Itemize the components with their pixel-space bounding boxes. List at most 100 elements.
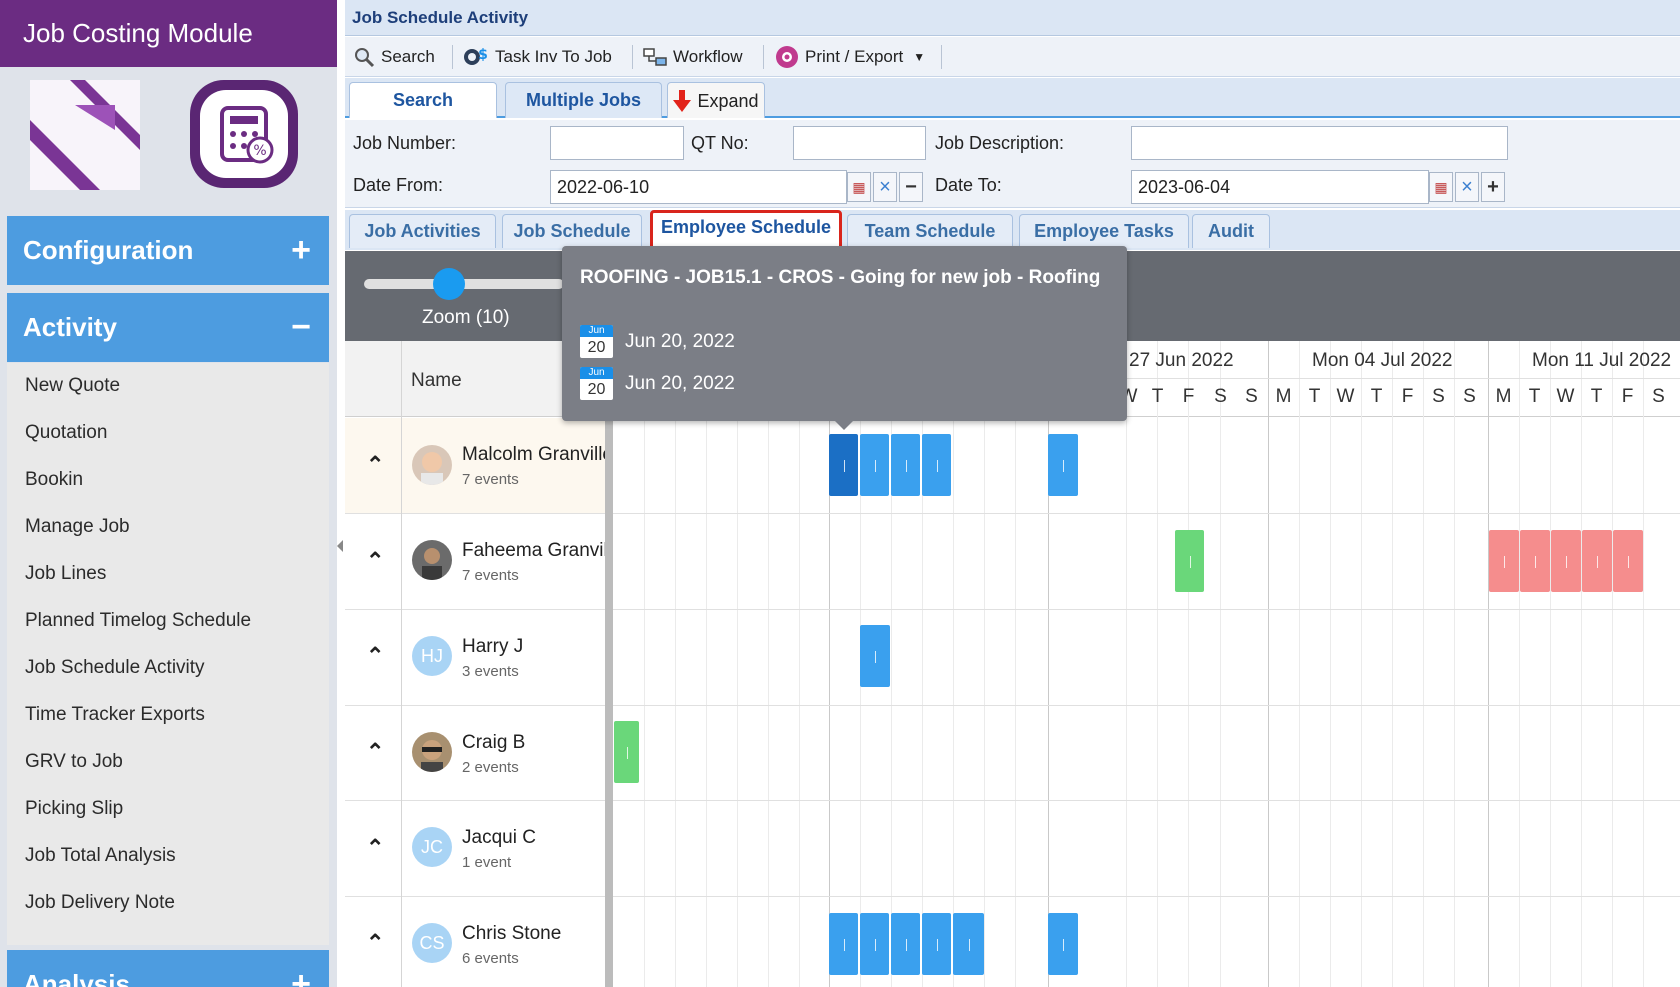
job-number-input[interactable] [550,126,684,160]
menu-item-planned-timelog-schedule[interactable]: Planned Timelog Schedule [25,610,251,632]
schedule-event[interactable] [922,913,951,975]
tab-employee-tasks[interactable]: Employee Tasks [1019,214,1189,248]
calendar-icon[interactable]: ▦ [1429,172,1453,202]
menu-item-manage-job[interactable]: Manage Job [25,516,130,538]
row-divider [345,705,1680,706]
print-export-button[interactable]: Print / Export ▼ [775,37,925,77]
schedule-event[interactable] [1048,913,1078,975]
svg-text:%: % [253,143,266,159]
menu-item-job-lines[interactable]: Job Lines [25,563,106,585]
day-gridline [706,341,707,987]
menu-item-time-tracker-exports[interactable]: Time Tracker Exports [25,704,205,726]
schedule-event[interactable] [1048,434,1078,496]
menu-item-grv-to-job[interactable]: GRV to Job [25,751,123,773]
schedule-event[interactable] [891,434,920,496]
sidebar-splitter-arrow-icon[interactable] [337,540,343,552]
menu-item-picking-slip[interactable]: Picking Slip [25,798,123,820]
menu-item-job-delivery-note[interactable]: Job Delivery Note [25,892,175,914]
sidebar-section-activity[interactable]: Activity − [7,293,329,362]
schedule-event[interactable] [1613,530,1643,592]
schedule-event[interactable] [860,434,889,496]
schedule-event[interactable] [953,913,984,975]
day-gridline [1643,341,1644,987]
expand-row-icon[interactable]: ⌃ [366,452,384,478]
menu-item-job-total-analysis[interactable]: Job Total Analysis [25,845,176,867]
date-to-plus-button[interactable]: + [1481,172,1505,202]
collapse-minus-icon: − [291,308,311,346]
avatar: HJ [412,636,452,676]
tooltip-pointer [834,420,854,430]
resource-event-count: 3 events [462,663,519,680]
schedule-event[interactable] [829,434,858,496]
tab-job-schedule[interactable]: Job Schedule [502,214,642,248]
menu-item-new-quote[interactable]: New Quote [25,375,120,397]
name-header[interactable]: Name [411,370,462,392]
resource-event-count: 7 events [462,567,519,584]
clear-date-from-icon[interactable]: × [873,172,897,202]
sidebar-section-analysis[interactable]: Analysis + [7,950,329,987]
expand-row-icon[interactable]: ⌃ [366,930,384,956]
date-from-minus-button[interactable]: − [899,172,923,202]
zoom-slider-handle[interactable] [433,268,465,300]
search-button[interactable]: Search [353,37,435,77]
toolbar-divider [941,45,942,69]
task-invoice-icon: $ [464,47,488,65]
calendar-icon[interactable]: ▦ [847,172,871,202]
resource-event-count: 7 events [462,471,519,488]
resource-name: Craig B [462,732,526,753]
schedule-event[interactable] [1551,530,1581,592]
schedule-event[interactable] [614,721,639,783]
tab-employee-schedule[interactable]: Employee Schedule [650,210,842,250]
header-divider [1048,378,1680,379]
schedule-event[interactable] [1520,530,1550,592]
expand-button[interactable]: Expand [667,82,765,118]
tab-team-schedule[interactable]: Team Schedule [847,214,1013,248]
resource-event-count: 6 events [462,950,519,967]
day-label: S [1652,386,1665,407]
schedule-event[interactable] [891,913,920,975]
tab-search[interactable]: Search [349,82,497,118]
qt-no-input[interactable] [793,126,926,160]
menu-item-bookin[interactable]: Bookin [25,469,83,491]
schedule-event[interactable] [1582,530,1612,592]
avatar: JC [412,827,452,867]
sidebar-section-configuration[interactable]: Configuration + [7,216,329,285]
menu-item-job-schedule-activity[interactable]: Job Schedule Activity [25,657,205,679]
expand-row-icon[interactable]: ⌃ [366,643,384,669]
day-gridline [1581,341,1582,987]
day-label: M [1495,386,1512,407]
day-gridline [1392,341,1393,987]
workflow-button[interactable]: Workflow [643,37,743,77]
day-label: W [1556,386,1575,407]
schedule-event[interactable] [829,913,858,975]
day-gridline [1330,341,1331,987]
expand-plus-icon: + [291,965,311,987]
tab-audit[interactable]: Audit [1192,214,1270,248]
grid-splitter[interactable] [605,341,613,987]
schedule-event[interactable] [860,625,890,687]
day-label: T [1590,386,1603,407]
day-gridline [1299,341,1300,987]
clear-date-to-icon[interactable]: × [1455,172,1479,202]
schedule-event[interactable] [1489,530,1519,592]
menu-item-quotation[interactable]: Quotation [25,422,107,444]
day-gridline [1612,341,1613,987]
schedule-event[interactable] [922,434,951,496]
expand-row-icon[interactable]: ⌃ [366,835,384,861]
tab-job-activities[interactable]: Job Activities [349,214,496,248]
schedule-event[interactable] [860,913,889,975]
date-from-label: Date From: [353,175,444,195]
date-from-input[interactable] [550,170,847,204]
day-gridline [1220,341,1221,987]
schedule-event[interactable] [1175,530,1204,592]
task-inv-to-job-button[interactable]: $ Task Inv To Job [463,37,612,77]
job-description-input[interactable] [1131,126,1508,160]
tab-multiple-jobs[interactable]: Multiple Jobs [505,82,662,118]
week-header-label: Mon 04 Jul 2022 [1312,350,1453,371]
expand-row-icon[interactable]: ⌃ [366,739,384,765]
avatar [412,445,452,485]
expand-row-icon[interactable]: ⌃ [366,548,384,574]
date-to-input[interactable] [1131,170,1429,204]
avatar [412,540,452,580]
print-export-label: Print / Export [805,47,904,66]
